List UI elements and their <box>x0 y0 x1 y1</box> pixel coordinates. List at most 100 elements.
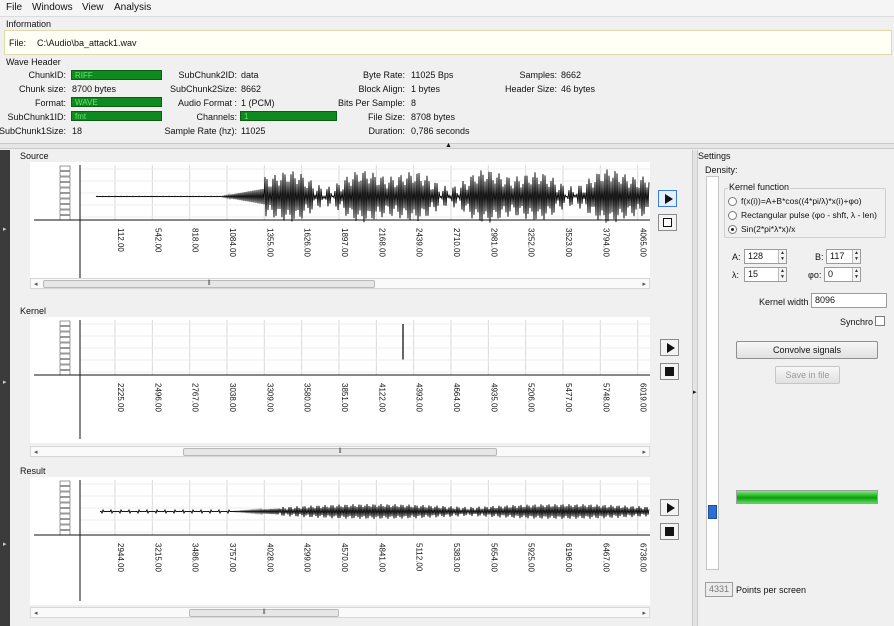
option-cosine-radio[interactable] <box>728 197 737 206</box>
x-tick-label: 3038.00 <box>228 383 237 412</box>
x-tick-label: 5654.00 <box>489 543 498 572</box>
x-tick-label: 5477.00 <box>564 383 573 412</box>
x-tick-label: 2944.00 <box>116 543 125 572</box>
x-tick-label: 818.00 <box>191 228 200 253</box>
bits-per-sample-value: 8 <box>411 98 417 108</box>
result-plot[interactable]: 2944.00 3215.00 3486.00 3757.00 4028.00 4299.… <box>30 477 650 605</box>
scroll-left-icon[interactable]: ◂ <box>34 609 38 617</box>
option-cosine-label[interactable]: f(x(i))=A+B*cos((4*pi/λ)*x(i)+φo) <box>741 196 862 206</box>
menu-file[interactable]: File <box>6 2 22 13</box>
left-collapse-strip[interactable]: ▸ ▸ ▸ <box>0 150 10 626</box>
option-sinc-label[interactable]: Sin(2*pi*λ*x)/x <box>741 224 795 234</box>
splitter-collapse-icon[interactable]: ▲ <box>445 142 452 149</box>
x-tick-label: 4065.00 <box>639 228 648 257</box>
play-icon <box>665 194 673 204</box>
kernel-scroll-thumb[interactable]: ⦀ <box>183 448 497 456</box>
x-tick-label: 2496.00 <box>153 383 162 412</box>
lambda-value: 15 <box>748 269 759 279</box>
horizontal-splitter[interactable]: ▲ <box>0 142 894 149</box>
block-align-label: Block Align: <box>358 84 405 94</box>
menu-windows[interactable]: Windows <box>32 2 73 13</box>
source-hscroll[interactable]: ◂ ⦀ ▸ <box>30 278 650 289</box>
kernel-plot[interactable]: 2225.00 2496.00 2767.00 3038.00 3309.00 3580.… <box>30 317 650 443</box>
a-input[interactable]: 128 ▲ ▼ <box>744 249 787 264</box>
convolve-button[interactable]: Convolve signals <box>736 341 878 359</box>
x-tick-label: 1897.00 <box>340 228 349 257</box>
duration-label: Duration: <box>368 126 405 136</box>
kernel-stop-button[interactable] <box>660 363 679 380</box>
scroll-right-icon[interactable]: ▸ <box>642 609 646 617</box>
density-slider[interactable] <box>706 176 719 570</box>
x-tick-label: 2710.00 <box>452 228 461 257</box>
subchunk1-id-value: fmt <box>71 111 162 121</box>
expand-icon[interactable]: ▸ <box>3 225 7 233</box>
stop-icon <box>665 367 674 376</box>
result-scroll-thumb[interactable]: ⦀ <box>189 609 339 617</box>
subchunk2-id-label: SubChunk2ID: <box>178 70 237 80</box>
scroll-left-icon[interactable]: ◂ <box>34 280 38 288</box>
result-stop-button[interactable] <box>660 523 679 540</box>
subchunk2-id-value: data <box>241 70 259 80</box>
density-label: Density: <box>705 165 738 175</box>
kernel-function-group: Kernel function f(x(i))=A+B*cos((4*pi/λ)… <box>724 182 886 238</box>
source-plot[interactable]: 112.00 542.00 818.00 1084.00 1355.00 1626.00 1… <box>30 162 650 286</box>
x-tick-label: 2168.00 <box>377 228 386 257</box>
spin-icon[interactable]: ▲ ▼ <box>778 268 786 281</box>
option-sinc-radio[interactable] <box>728 225 737 234</box>
header-size-label: Header Size: <box>504 84 557 94</box>
synchro-checkbox[interactable] <box>875 316 885 326</box>
lambda-input[interactable]: 15 ▲ ▼ <box>744 267 787 282</box>
expand-icon[interactable]: ▸ <box>3 378 7 386</box>
x-tick-label: 3215.00 <box>153 543 162 572</box>
option-rect-label[interactable]: Rectangular pulse (φo - shft, λ - len) <box>741 210 877 220</box>
phi-label: φo: <box>808 270 822 280</box>
expand-icon[interactable]: ▸ <box>3 540 7 548</box>
phi-input[interactable]: 0 ▲ ▼ <box>824 267 861 282</box>
menu-view[interactable]: View <box>82 2 104 13</box>
splitter-expand-icon[interactable]: ▸ <box>693 388 697 396</box>
x-tick-label: 6738.00 <box>639 543 648 572</box>
samples-value: 8662 <box>561 70 582 80</box>
source-stop-button[interactable] <box>658 214 677 231</box>
source-play-button[interactable] <box>658 190 677 207</box>
x-tick-label: 542.00 <box>153 228 162 253</box>
subchunk2-size-value: 8662 <box>241 84 262 94</box>
points-input[interactable]: 4331 <box>705 582 733 597</box>
scroll-left-icon[interactable]: ◂ <box>34 448 38 456</box>
result-hscroll[interactable]: ◂ ⦀ ▸ <box>30 607 650 618</box>
byte-rate-value: 11025 Bps <box>411 70 454 80</box>
kernel-hscroll[interactable]: ◂ ⦀ ▸ <box>30 446 650 457</box>
x-tick-label: 2439.00 <box>415 228 424 257</box>
kernel-width-input[interactable]: 8096 <box>811 293 887 308</box>
spin-icon[interactable]: ▲ ▼ <box>852 250 860 263</box>
density-slider-thumb[interactable] <box>708 505 717 520</box>
result-title: Result <box>20 466 46 476</box>
sample-rate-value: 11025 <box>241 126 266 136</box>
x-tick-label: 5206.00 <box>527 383 536 412</box>
menu-analysis[interactable]: Analysis <box>114 2 151 13</box>
kernel-width-value: 8096 <box>815 295 836 305</box>
x-tick-label: 5383.00 <box>452 543 461 572</box>
option-rect-radio[interactable] <box>728 211 737 220</box>
stop-icon <box>665 527 674 536</box>
chunk-size-value: 8700 bytes <box>72 84 117 94</box>
x-tick-label: 6467.00 <box>601 543 610 572</box>
byte-rate-label: Byte Rate: <box>362 70 405 80</box>
b-input[interactable]: 117 ▲ ▼ <box>826 249 861 264</box>
spin-icon[interactable]: ▲ ▼ <box>778 250 786 263</box>
result-play-button[interactable] <box>660 499 679 516</box>
x-tick-label: 4935.00 <box>489 383 498 412</box>
subchunk1-size-value: 18 <box>72 126 83 136</box>
chunk-size-label: Chunk size: <box>18 84 66 94</box>
spin-icon[interactable]: ▲ ▼ <box>852 268 860 281</box>
scroll-right-icon[interactable]: ▸ <box>642 280 646 288</box>
wave-header-group: ChunkID: RIFF Chunk size: 8700 bytes For… <box>0 66 894 140</box>
x-tick-label: 4570.00 <box>340 543 349 572</box>
play-icon <box>667 503 675 513</box>
chunk-id-value: RIFF <box>71 70 162 80</box>
kernel-play-button[interactable] <box>660 339 679 356</box>
format-value: WAVE <box>71 97 162 107</box>
source-scroll-thumb[interactable]: ⦀ <box>43 280 375 288</box>
scroll-right-icon[interactable]: ▸ <box>642 448 646 456</box>
save-button[interactable]: Save in file <box>775 366 840 384</box>
